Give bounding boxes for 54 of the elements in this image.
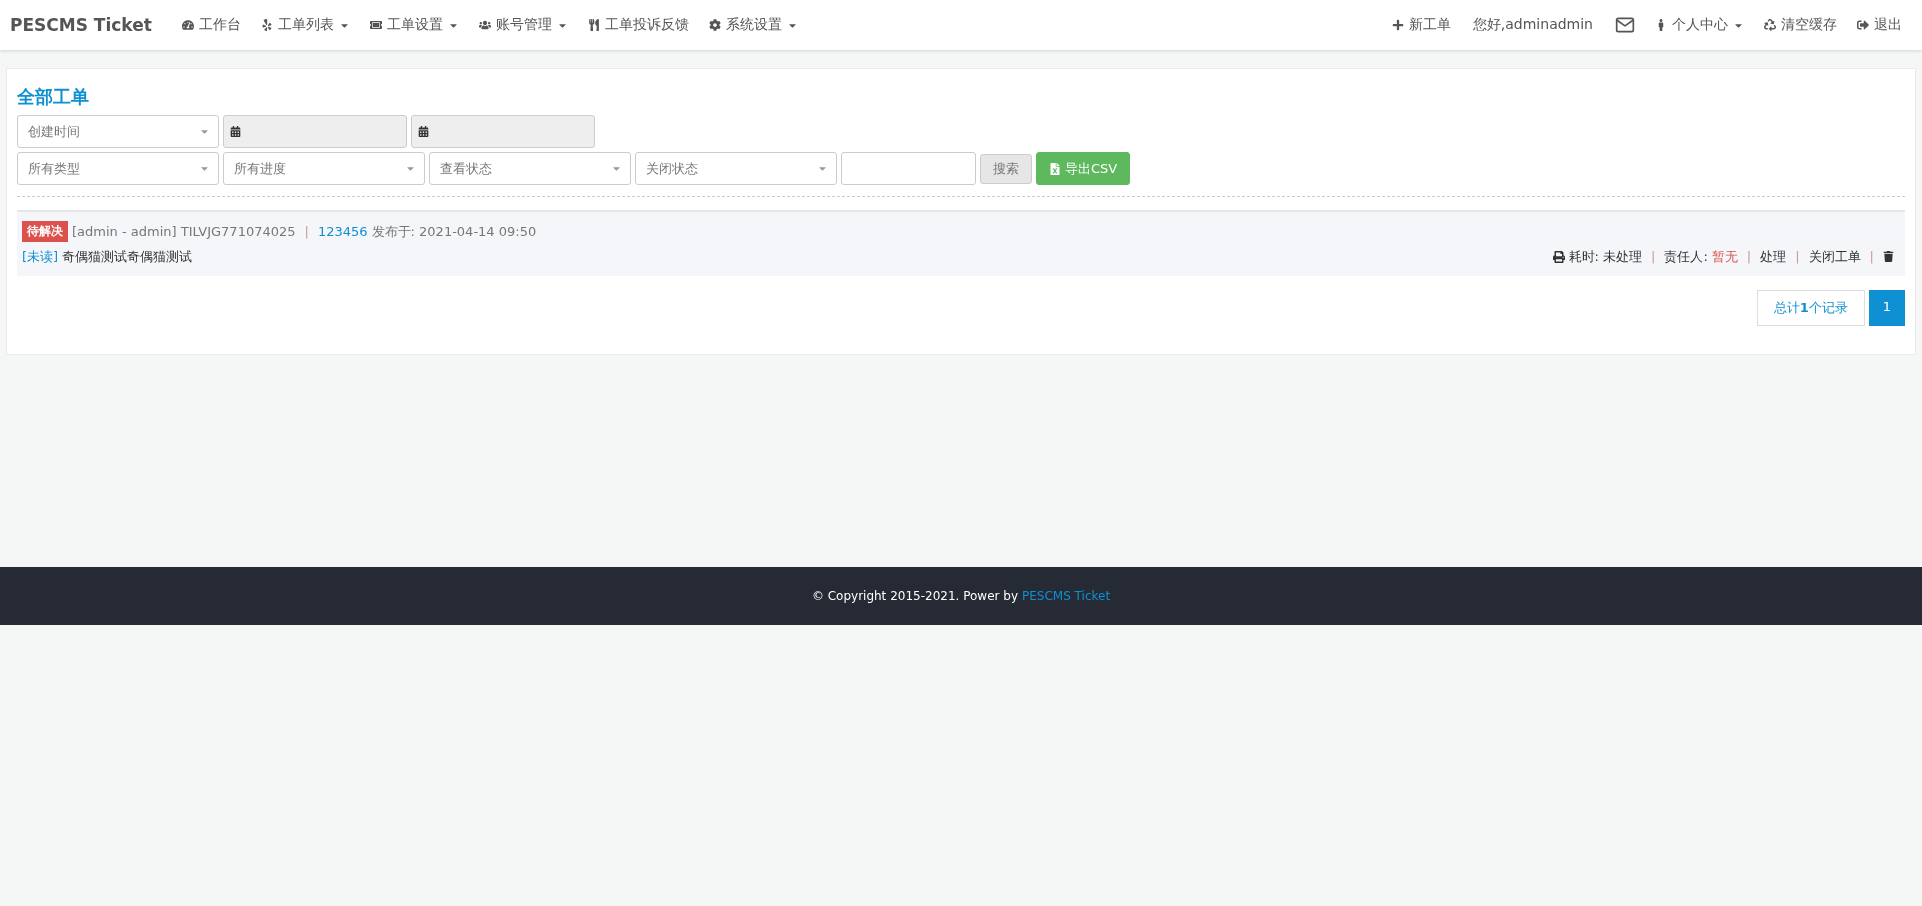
trash-icon[interactable] xyxy=(1883,251,1894,262)
search-button[interactable]: 搜索 xyxy=(980,153,1032,184)
page-link[interactable]: 1 xyxy=(1868,290,1905,326)
nav-link[interactable]: 个人中心 xyxy=(1645,16,1754,34)
ticket-title[interactable]: 奇偶猫测试奇偶猫测试 xyxy=(62,247,193,266)
utensils-icon xyxy=(587,19,600,31)
nav-link[interactable]: 清空缓存 xyxy=(1754,16,1847,34)
nav-link[interactable]: 退出 xyxy=(1847,16,1912,34)
ticket-meta: [admin - admin] TILVJG771074025 xyxy=(72,224,296,239)
nav-link[interactable]: 工作台 xyxy=(171,16,251,34)
separator-text: | xyxy=(1869,249,1874,264)
select-field[interactable]: 所有进度 xyxy=(223,152,425,185)
brand-logo[interactable]: PESCMS Ticket xyxy=(10,15,152,35)
separator-text: | xyxy=(1746,249,1752,264)
plus-icon xyxy=(1391,19,1404,31)
footer-link[interactable]: PESCMS Ticket xyxy=(1022,589,1111,603)
date-field[interactable] xyxy=(411,115,595,148)
owner-value: 暂无 xyxy=(1711,247,1738,266)
status-badge: 待解决 xyxy=(22,221,68,242)
sign-out-icon xyxy=(1857,19,1869,31)
file-icon xyxy=(1049,162,1061,175)
date-field[interactable] xyxy=(223,115,407,148)
select-field[interactable]: 查看状态 xyxy=(429,152,631,185)
copyright-text: © Copyright 2015-2021. Power by xyxy=(811,589,1018,603)
select-field[interactable]: 所有类型 xyxy=(17,152,219,185)
nav-link[interactable]: 账号管理 xyxy=(468,16,578,34)
separator-text: | xyxy=(304,224,309,239)
select-field[interactable]: 关闭状态 xyxy=(635,152,837,185)
action-link[interactable]: 处理 xyxy=(1760,247,1787,266)
dashboard-icon xyxy=(181,19,194,31)
owner-label: 责任人: xyxy=(1664,247,1708,266)
greeting-text: 您好,adminadmin xyxy=(1471,16,1594,34)
separator-text: | xyxy=(1795,249,1800,264)
calendar-icon xyxy=(418,126,429,137)
time-label: 耗时: 未处理 xyxy=(1568,247,1643,266)
ticket-icon xyxy=(369,19,382,31)
nav-link[interactable]: 系统设置 xyxy=(698,16,808,34)
input-field[interactable] xyxy=(841,152,976,185)
nav-link[interactable]: 新工单 xyxy=(1381,16,1461,34)
star-icon xyxy=(260,19,273,31)
recycle-icon xyxy=(1764,19,1776,31)
print-icon[interactable] xyxy=(1552,250,1565,263)
page-title: 全部工单 xyxy=(17,85,90,109)
users-icon xyxy=(478,19,491,31)
nav-link[interactable]: 工单设置 xyxy=(359,16,469,34)
select-field[interactable]: 创建时间 xyxy=(17,115,219,148)
posted-time: 发布于: 2021-04-14 09:50 xyxy=(371,222,537,241)
nav-link[interactable]: 工单投诉反馈 xyxy=(577,16,699,34)
separator-text: | xyxy=(1651,249,1656,264)
total-count: 总计1个记录 xyxy=(1756,290,1865,326)
calendar-icon xyxy=(230,126,241,137)
settings-icon xyxy=(708,19,721,31)
nav-link[interactable]: 工单列表 xyxy=(250,16,360,34)
action-link[interactable]: 关闭工单 xyxy=(1808,247,1861,266)
